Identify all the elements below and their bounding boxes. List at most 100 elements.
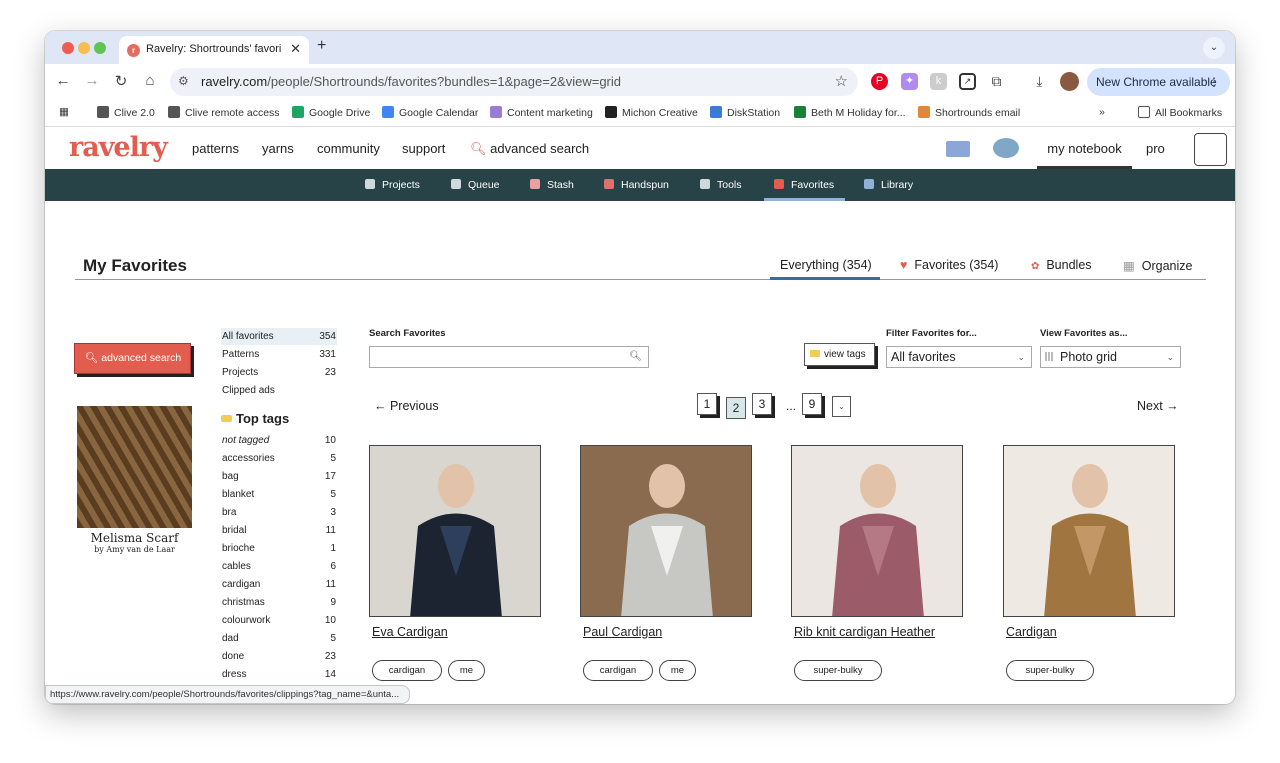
nav-support[interactable]: support	[402, 141, 445, 156]
stat-row[interactable]: All favorites 354	[221, 328, 337, 345]
nav-my-notebook[interactable]: my notebook	[1037, 128, 1132, 169]
bookmark-item[interactable]: Clive 2.0	[97, 106, 155, 119]
view-tags-button[interactable]: view tags	[804, 343, 875, 366]
puzzle-extensions-icon[interactable]: ⧉	[988, 73, 1005, 90]
tag-row[interactable]: accessories 5	[221, 451, 337, 469]
extension-icon[interactable]: k	[930, 73, 947, 90]
tag-row[interactable]: blanket 5	[221, 487, 337, 505]
stat-row[interactable]: Clipped ads	[221, 382, 337, 399]
tag-chip[interactable]: me	[448, 660, 485, 681]
tag-row[interactable]: bra 3	[221, 505, 337, 523]
screenshot-extension-icon[interactable]: ↗	[959, 73, 976, 90]
tab-organize[interactable]: ▦ Organize	[1123, 258, 1193, 273]
nav-patterns[interactable]: patterns	[192, 141, 239, 156]
tag-row[interactable]: done 23	[221, 649, 337, 667]
tag-row[interactable]: dad 5	[221, 631, 337, 649]
nav-yarns[interactable]: yarns	[262, 141, 294, 156]
tag-chip[interactable]: super-bulky	[1006, 660, 1094, 681]
bookmark-item[interactable]: Content marketing	[490, 106, 593, 119]
bookmark-item[interactable]: Shortrounds email	[918, 106, 1020, 119]
ad-banner-melisma-scarf[interactable]: Melisma Scarf by Amy van de Laar	[77, 406, 192, 570]
profile-avatar[interactable]	[1060, 72, 1079, 91]
tag-row[interactable]: cables 6	[221, 559, 337, 577]
bookmark-item[interactable]: Google Drive	[292, 106, 370, 119]
pattern-photo[interactable]	[791, 445, 963, 617]
ravelry-logo[interactable]: ravelry	[69, 132, 168, 163]
apps-grid-icon[interactable]: ▦	[59, 106, 69, 118]
home-icon[interactable]: ⌂	[140, 72, 160, 89]
subnav-stash[interactable]: Stash	[530, 179, 574, 191]
subnav-favorites[interactable]: Favorites	[774, 179, 834, 191]
forward-arrow-icon[interactable]: →	[82, 72, 102, 89]
subnav-tools[interactable]: Tools	[700, 179, 742, 191]
pattern-title-link[interactable]: Eva Cardigan	[372, 625, 448, 639]
browser-tab[interactable]: r Ravelry: Shortrounds' favorite ✕	[119, 36, 309, 64]
download-icon[interactable]: ⤓	[1031, 73, 1048, 90]
bookmark-star-icon[interactable]: ☆	[835, 72, 848, 90]
tab-everything[interactable]: Everything (354)	[780, 258, 872, 272]
nav-advanced-search[interactable]: 🔍︎ advanced search	[470, 141, 589, 157]
previous-page-link[interactable]: ← Previous	[374, 399, 439, 413]
user-avatar[interactable]	[1194, 133, 1227, 166]
site-info-icon[interactable]: ⚙	[178, 74, 189, 88]
filter-favorites-select[interactable]: All favorites ⌄	[886, 346, 1032, 368]
new-chrome-button[interactable]: New Chrome available ⋮	[1087, 68, 1230, 96]
forums-chat-icon[interactable]	[993, 138, 1019, 158]
subnav-queue[interactable]: Queue	[451, 179, 500, 191]
pattern-photo[interactable]	[1003, 445, 1175, 617]
tag-row[interactable]: colourwork 10	[221, 613, 337, 631]
back-arrow-icon[interactable]: ←	[53, 72, 73, 89]
view-favorites-select[interactable]: Photo grid ⌄	[1040, 346, 1181, 368]
page-9-button[interactable]: 9	[802, 393, 822, 415]
nav-community[interactable]: community	[317, 141, 380, 156]
all-bookmarks-folder[interactable]: All Bookmarks	[1138, 106, 1222, 119]
subnav-library[interactable]: Library	[864, 179, 913, 191]
bookmark-item[interactable]: Clive remote access	[168, 106, 280, 119]
address-bar[interactable]: ⚙ ravelry.com/people/Shortrounds/favorit…	[170, 68, 858, 96]
reload-icon[interactable]: ↻	[111, 72, 131, 90]
ai-extension-icon[interactable]: ✦	[901, 73, 918, 90]
bookmark-item[interactable]: DiskStation	[710, 106, 780, 119]
nav-pro[interactable]: pro	[1146, 141, 1165, 156]
subnav-handspun[interactable]: Handspun	[604, 179, 669, 191]
pattern-title-link[interactable]: Rib knit cardigan Heather	[794, 625, 935, 639]
next-page-link[interactable]: Next →	[1137, 399, 1179, 413]
pattern-title-link[interactable]: Cardigan	[1006, 625, 1057, 639]
bookmark-item[interactable]: Michon Creative	[605, 106, 698, 119]
close-tab-icon[interactable]: ✕	[290, 41, 301, 57]
more-bookmarks-icon[interactable]: »	[1099, 106, 1105, 118]
tag-row[interactable]: brioche 1	[221, 541, 337, 559]
tag-chip[interactable]: super-bulky	[794, 660, 882, 681]
tag-row[interactable]: dress 14	[221, 667, 337, 685]
tag-row[interactable]: not tagged 10	[221, 433, 337, 451]
pattern-photo[interactable]	[580, 445, 752, 617]
tag-chip[interactable]: cardigan	[372, 660, 442, 681]
tag-chip[interactable]: cardigan	[583, 660, 653, 681]
page-dropdown-chevron-icon[interactable]: ⌄	[832, 396, 851, 417]
search-favorites-input[interactable]: 🔍︎	[369, 346, 649, 368]
pinterest-extension-icon[interactable]: P	[871, 73, 888, 90]
page-3-button[interactable]: 3	[752, 393, 772, 415]
minimize-window-button[interactable]	[78, 42, 90, 54]
advanced-search-button[interactable]: 🔍︎ advanced search	[74, 343, 191, 374]
new-tab-icon[interactable]: +	[317, 37, 326, 55]
tab-bundles[interactable]: ✿ Bundles	[1031, 258, 1092, 272]
maximize-window-button[interactable]	[94, 42, 106, 54]
page-1-button[interactable]: 1	[697, 393, 717, 415]
tag-row[interactable]: christmas 9	[221, 595, 337, 613]
tag-row[interactable]: bag 17	[221, 469, 337, 487]
stat-row[interactable]: Projects 23	[221, 364, 337, 381]
pattern-title-link[interactable]: Paul Cardigan	[583, 625, 662, 639]
tag-chip[interactable]: me	[659, 660, 696, 681]
pattern-photo[interactable]	[369, 445, 541, 617]
tag-row[interactable]: bridal 11	[221, 523, 337, 541]
bookmark-item[interactable]: Google Calendar	[382, 106, 478, 119]
close-window-button[interactable]	[62, 42, 74, 54]
bookmark-item[interactable]: Beth M Holiday for...	[794, 106, 906, 119]
subnav-projects[interactable]: Projects	[365, 179, 420, 191]
tab-favorites[interactable]: ♥ Favorites (354)	[900, 258, 998, 272]
tab-search-chevron-icon[interactable]: ⌄	[1203, 37, 1225, 59]
stat-row[interactable]: Patterns 331	[221, 346, 337, 363]
tag-row[interactable]: cardigan 11	[221, 577, 337, 595]
messages-envelope-icon[interactable]	[946, 141, 970, 157]
